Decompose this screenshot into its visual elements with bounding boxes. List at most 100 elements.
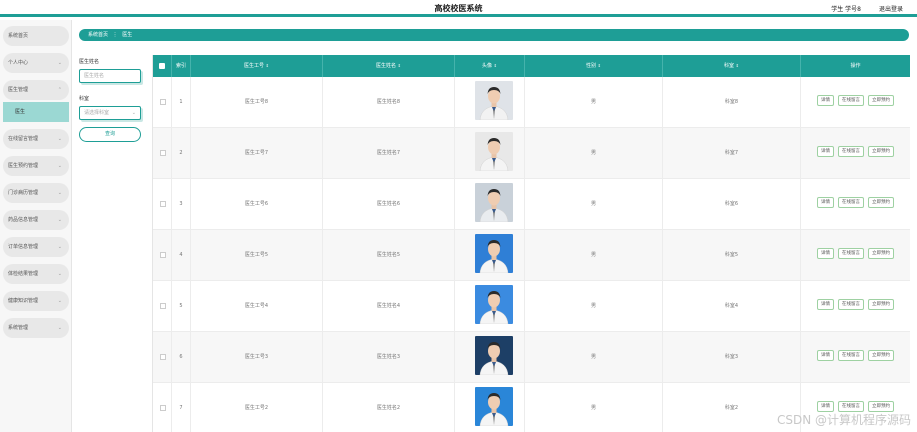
row-select-cell	[153, 179, 172, 230]
row-checkbox[interactable]	[160, 99, 166, 105]
header-doctor-id[interactable]: 医生工号 ⇕	[191, 55, 323, 77]
gender-cell: 男	[525, 179, 663, 230]
detail-button[interactable]: 详情	[817, 350, 834, 361]
gender-cell: 男	[525, 383, 663, 432]
row-select-cell	[153, 281, 172, 332]
doctor-id-cell: 医生工号8	[191, 77, 323, 128]
book-now-button[interactable]: 立即预约	[868, 350, 894, 361]
sort-icon[interactable]: ⇕	[598, 63, 601, 68]
doctor-name-cell: 医生姓名4	[323, 281, 455, 332]
avatar	[475, 285, 513, 324]
department-select[interactable]: 请选择科室 ⌄	[79, 106, 141, 120]
gender-cell: 男	[525, 128, 663, 179]
current-user: 学生 学号8	[831, 6, 861, 13]
avatar-cell	[455, 383, 525, 432]
header-department[interactable]: 科室 ⇕	[663, 55, 801, 77]
online-message-button[interactable]: 在线留言	[838, 197, 864, 208]
row-checkbox[interactable]	[160, 150, 166, 156]
sidebar-subitem-label: 医生	[15, 109, 26, 115]
online-message-button[interactable]: 在线留言	[838, 248, 864, 259]
header-doctor-name[interactable]: 医生姓名 ⇕	[323, 55, 455, 77]
book-now-button[interactable]: 立即预约	[868, 197, 894, 208]
sort-icon[interactable]: ⇕	[398, 63, 401, 68]
table-header: 索引 医生工号 ⇕ 医生姓名 ⇕ 头像 ⇕ 性别 ⇕ 科室 ⇕ 操作	[153, 55, 910, 77]
doctor-table: 索引 医生工号 ⇕ 医生姓名 ⇕ 头像 ⇕ 性别 ⇕ 科室 ⇕ 操作 1 医生工号…	[152, 55, 910, 432]
index-cell: 7	[172, 383, 191, 432]
detail-button[interactable]: 详情	[817, 248, 834, 259]
sidebar-item-doctor-mgmt[interactable]: 医生管理 ⌃	[3, 80, 69, 100]
header-select-all[interactable]	[153, 55, 172, 77]
actions-cell: 详情 在线留言 立即预约	[801, 77, 910, 128]
header-actions: 操作	[850, 63, 861, 69]
table-row: 5 医生工号4 医生姓名4 男科室4 详情 在线留言 立即预约	[153, 281, 910, 332]
online-message-button[interactable]: 在线留言	[838, 146, 864, 157]
detail-button[interactable]: 详情	[817, 197, 834, 208]
table-row: 2 医生工号7 医生姓名7 男科室7 详情 在线留言 立即预约	[153, 128, 910, 179]
department-cell: 科室6	[663, 179, 801, 230]
avatar	[475, 132, 513, 171]
logout-link[interactable]: 退出登录	[879, 4, 903, 13]
row-checkbox[interactable]	[160, 405, 166, 411]
doctor-id-cell: 医生工号3	[191, 332, 323, 383]
avatar-cell	[455, 281, 525, 332]
breadcrumb-home[interactable]: 系统首页	[88, 32, 108, 38]
online-message-button[interactable]: 在线留言	[838, 299, 864, 310]
doctor-name-cell: 医生姓名2	[323, 383, 455, 432]
index-cell: 6	[172, 332, 191, 383]
sidebar-subitem-doctor[interactable]: 医生	[3, 102, 69, 122]
sidebar-item-health-mgmt[interactable]: 健康知识管理 ⌄	[3, 291, 69, 311]
sidebar-item-profile[interactable]: 个人中心 ⌄	[3, 53, 69, 73]
avatar-cell	[455, 230, 525, 281]
book-now-button[interactable]: 立即预约	[868, 95, 894, 106]
sidebar-item-message-mgmt[interactable]: 在线留言管理 ⌄	[3, 129, 69, 149]
book-now-button[interactable]: 立即预约	[868, 299, 894, 310]
actions-cell: 详情 在线留言 立即预约	[801, 332, 910, 383]
sort-icon[interactable]: ⇕	[494, 63, 497, 68]
chevron-down-icon: ⌄	[57, 298, 62, 304]
sidebar-item-label: 系统管理	[8, 325, 29, 331]
avatar	[475, 183, 513, 222]
actions-cell: 详情 在线留言 立即预约	[801, 230, 910, 281]
detail-button[interactable]: 详情	[817, 299, 834, 310]
book-now-button[interactable]: 立即预约	[868, 146, 894, 157]
sort-icon[interactable]: ⇕	[266, 63, 269, 68]
sort-icon[interactable]: ⇕	[736, 63, 739, 68]
row-checkbox[interactable]	[160, 303, 166, 309]
sidebar-item-appointment-mgmt[interactable]: 医生预约管理 ⌄	[3, 156, 69, 176]
query-button[interactable]: 查询	[79, 127, 141, 142]
sidebar-item-label: 医生预约管理	[8, 163, 39, 169]
sidebar-item-system-mgmt[interactable]: 系统管理 ⌄	[3, 318, 69, 338]
chevron-down-icon: ⌄	[57, 136, 62, 142]
department-cell: 科室7	[663, 128, 801, 179]
actions-cell: 详情 在线留言 立即预约	[801, 281, 910, 332]
sidebar-item-label: 系统首页	[8, 33, 29, 39]
row-checkbox[interactable]	[160, 252, 166, 258]
online-message-button[interactable]: 在线留言	[838, 350, 864, 361]
sidebar-item-records-mgmt[interactable]: 门诊病历管理 ⌄	[3, 183, 69, 203]
gender-cell: 男	[525, 77, 663, 128]
sidebar-item-order-mgmt[interactable]: 订单信息管理 ⌄	[3, 237, 69, 257]
avatar	[475, 336, 513, 375]
detail-button[interactable]: 详情	[817, 95, 834, 106]
row-checkbox[interactable]	[160, 354, 166, 360]
chevron-down-icon: ⌄	[57, 60, 62, 66]
sidebar-item-label: 体检结果管理	[8, 271, 39, 277]
avatar-cell	[455, 77, 525, 128]
sidebar-item-home[interactable]: 系统首页	[3, 26, 69, 46]
chevron-down-icon: ⌄	[57, 163, 62, 169]
header-avatar[interactable]: 头像 ⇕	[455, 55, 525, 77]
sidebar-item-drug-mgmt[interactable]: 药品信息管理 ⌄	[3, 210, 69, 230]
row-checkbox[interactable]	[160, 201, 166, 207]
sidebar-item-checkup-mgmt[interactable]: 体检结果管理 ⌄	[3, 264, 69, 284]
checkbox-icon[interactable]	[159, 63, 165, 69]
app-title: 高校校医系统	[434, 4, 483, 13]
header-gender[interactable]: 性别 ⇕	[525, 55, 663, 77]
doctor-name-cell: 医生姓名3	[323, 332, 455, 383]
online-message-button[interactable]: 在线留言	[838, 95, 864, 106]
book-now-button[interactable]: 立即预约	[868, 248, 894, 259]
table-row: 3 医生工号6 医生姓名6 男科室6 详情 在线留言 立即预约	[153, 179, 910, 230]
breadcrumb-current: 医生	[122, 32, 133, 38]
detail-button[interactable]: 详情	[817, 146, 834, 157]
avatar-cell	[455, 179, 525, 230]
doctor-name-input[interactable]: 医生姓名	[79, 69, 141, 83]
